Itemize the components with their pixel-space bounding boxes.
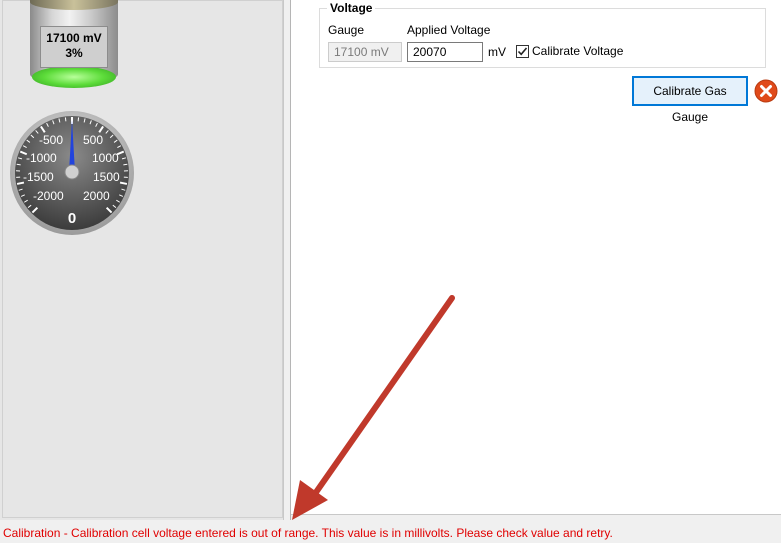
- battery-voltage: 17100 mV: [46, 31, 102, 45]
- voltage-group: Voltage Gauge Applied Voltage mV Calibra…: [319, 1, 766, 68]
- applied-voltage-label: Applied Voltage: [407, 23, 491, 37]
- gauge-tick-label: 1500: [93, 170, 120, 184]
- calibration-panel: Voltage Gauge Applied Voltage mV Calibra…: [291, 0, 781, 515]
- battery-charge-level: [32, 66, 116, 88]
- current-gauge: -500 -1000 -1500 -2000 500 1000 1500 200…: [10, 111, 134, 235]
- gauge-tick-mark: [119, 181, 128, 185]
- calibrate-voltage-label[interactable]: Calibrate Voltage: [532, 44, 623, 58]
- close-icon[interactable]: [754, 79, 778, 103]
- gauge-tick-label: -1500: [23, 170, 54, 184]
- gauge-hub: [64, 164, 80, 180]
- status-bar-message: Calibration - Calibration cell voltage e…: [0, 523, 781, 543]
- gauge-tick-label: 500: [83, 133, 103, 147]
- voltage-unit-label: mV: [488, 45, 506, 59]
- gauge-tick-label: 1000: [92, 151, 119, 165]
- gauge-tick-label: -500: [39, 133, 63, 147]
- applied-voltage-input[interactable]: [407, 42, 483, 62]
- panel-splitter[interactable]: [284, 0, 291, 520]
- gauge-tick-mark: [16, 163, 21, 166]
- battery-percent: 3%: [65, 46, 83, 60]
- voltage-group-title: Voltage: [327, 1, 376, 15]
- gauge-tick-label: 2000: [83, 189, 110, 203]
- calibrate-gas-gauge-button[interactable]: Calibrate Gas Gauge: [632, 76, 748, 124]
- left-panel: 17100 mV 3% -500 -1000 -1500 -2000 500 1…: [0, 0, 284, 520]
- gauge-voltage-label: Gauge: [328, 23, 365, 37]
- battery-label: 17100 mV 3%: [40, 26, 108, 68]
- battery-indicator: 17100 mV 3%: [30, 0, 118, 92]
- gauge-tick-label: -2000: [33, 189, 64, 203]
- gauge-tick-label: -1000: [26, 151, 57, 165]
- gauge-tick-mark: [123, 163, 128, 166]
- checkmark-icon: [517, 47, 528, 56]
- calibrate-voltage-checkbox[interactable]: [516, 45, 529, 58]
- gauge-value: 0: [68, 210, 76, 227]
- gauge-voltage-field: [328, 42, 402, 62]
